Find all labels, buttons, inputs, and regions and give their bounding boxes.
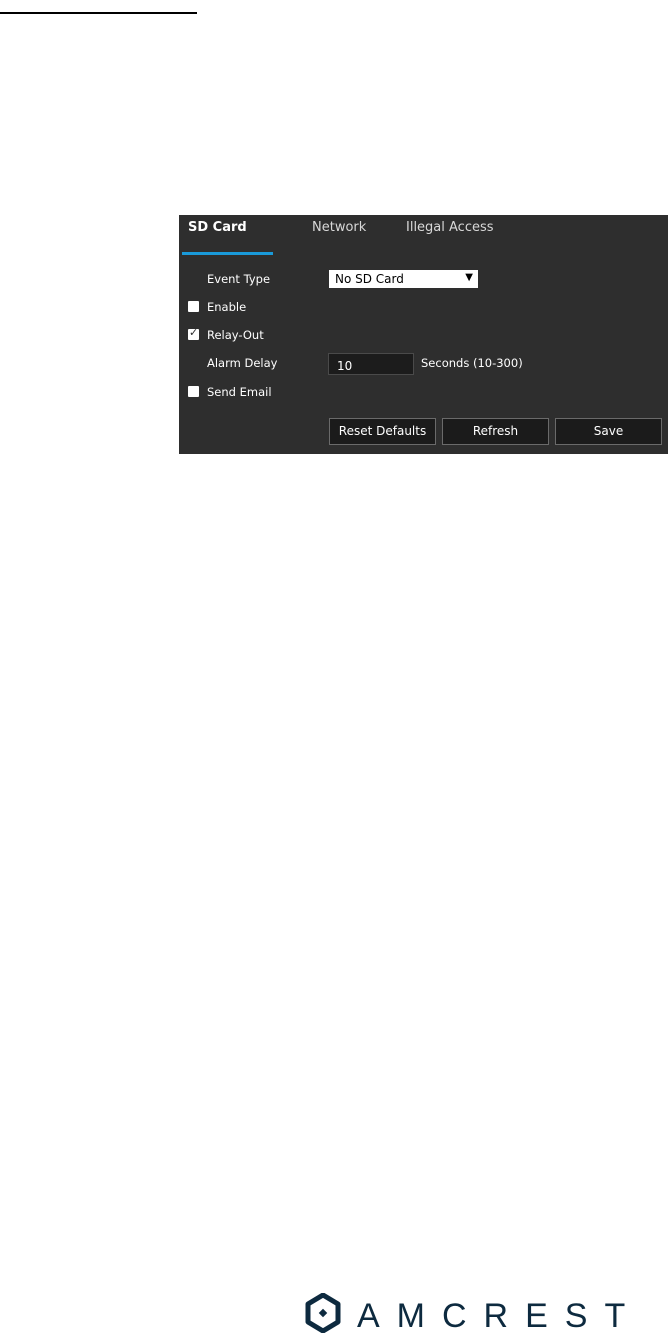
alarm-delay-hint: Seconds (10-300) [421,356,523,370]
relay-out-checkbox[interactable]: ✓ [188,326,199,340]
active-tab-indicator [182,252,273,255]
alarm-delay-row: Alarm Delay 10 Seconds (10-300) [179,353,668,375]
send-email-label: Send Email [207,385,272,399]
dropdown-arrow-icon: ▼ [465,272,473,283]
save-button[interactable]: Save [555,418,662,445]
enable-checkbox[interactable] [188,301,199,312]
amcrest-shield-icon [305,1293,341,1333]
relay-out-label: Relay-Out [207,328,264,342]
send-email-checkbox[interactable] [188,386,199,397]
alarm-delay-input[interactable]: 10 [328,353,414,375]
header-rule [0,12,197,14]
event-type-row: Event Type No SD Card ▼ [179,269,668,289]
tab-network[interactable]: Network [312,220,366,235]
reset-defaults-button[interactable]: Reset Defaults [329,418,436,445]
enable-label: Enable [207,300,247,314]
event-type-label: Event Type [207,272,271,286]
event-type-value: No SD Card [335,272,404,286]
send-email-row: Send Email [179,382,668,402]
refresh-button[interactable]: Refresh [442,418,549,445]
relay-out-row: ✓ Relay-Out [179,325,668,345]
tab-illegal-access[interactable]: Illegal Access [406,220,494,235]
tab-sd-card[interactable]: SD Card [188,220,247,235]
amcrest-wordmark: AMCREST [357,1297,643,1335]
checkmark-icon: ✓ [189,326,199,339]
alarm-delay-label: Alarm Delay [207,356,278,370]
tab-bar: SD Card Network Illegal Access [179,215,668,255]
event-type-select[interactable]: No SD Card ▼ [329,270,478,288]
sd-card-settings-panel: SD Card Network Illegal Access Event Typ… [179,215,668,454]
enable-row: Enable [179,297,668,317]
amcrest-logo: AMCREST [303,1293,643,1335]
